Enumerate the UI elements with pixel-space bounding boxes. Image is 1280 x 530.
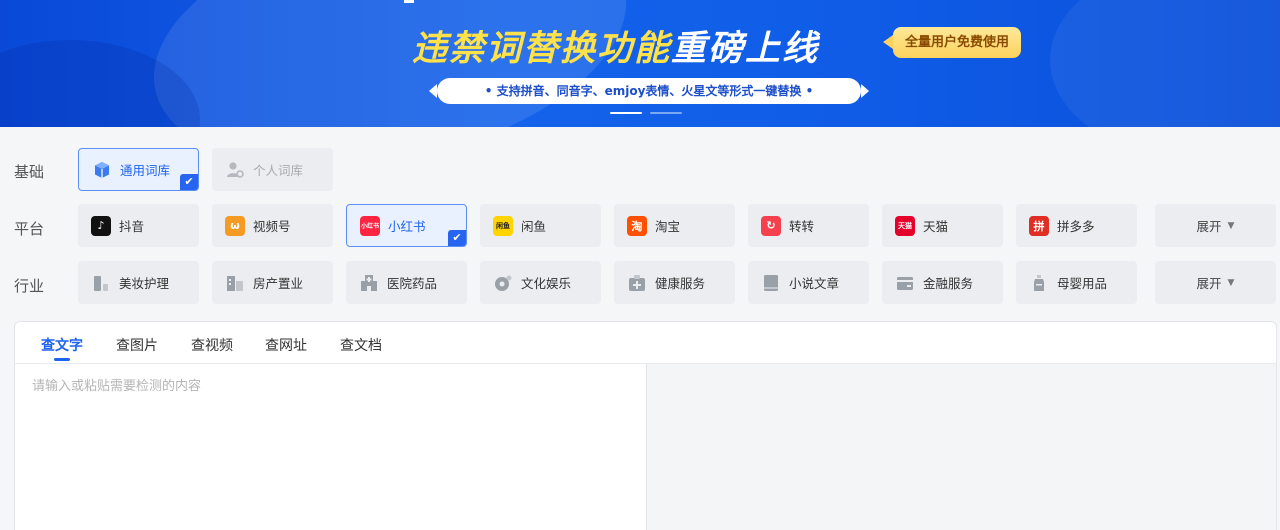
cosmetics-icon	[91, 273, 111, 293]
banner-decoration	[1050, 0, 1280, 127]
banner-subtitle: • 支持拼音、同音字、emjoy表情、火星文等形式一键替换 •	[429, 78, 869, 104]
caret-down-icon: ▼	[1227, 220, 1235, 231]
row-label-basic: 基础	[14, 163, 45, 181]
chip-channels[interactable]: ω 视频号	[212, 204, 333, 247]
chip-label: 抖音	[119, 219, 145, 234]
chip-label: 个人词库	[253, 163, 304, 178]
chip-label: 转转	[789, 219, 815, 234]
row-label-platform: 平台	[14, 220, 45, 238]
douyin-icon: ♪	[91, 215, 111, 236]
taobao-icon: 淘	[627, 215, 647, 236]
carousel-indicator-2[interactable]	[650, 112, 682, 114]
banner-title-highlight: 违禁词替换功能	[412, 29, 672, 69]
chip-label: 淘宝	[655, 219, 681, 234]
banner-decoration	[404, 0, 414, 3]
banner-badge: 全量用户免费使用	[882, 27, 1022, 58]
chip-label: 美妆护理	[119, 276, 170, 291]
tab-bar: 查文字 查图片 查视频 查网址 查文档	[15, 322, 1276, 364]
carousel-indicator-1[interactable]	[610, 112, 642, 114]
chip-douyin[interactable]: ♪ 抖音	[78, 204, 199, 247]
caret-down-icon: ▼	[1227, 277, 1235, 288]
tab-check-text[interactable]: 查文字	[41, 335, 83, 355]
check-icon: ✔	[180, 174, 198, 190]
chip-tmall[interactable]: 天猫 天猫	[882, 204, 1003, 247]
expand-platform-button[interactable]: 展开 ▼	[1155, 204, 1276, 247]
banner-title: 违禁词替换功能重磅上线	[412, 20, 819, 71]
chip-pinduoduo[interactable]: 拼 拼多多	[1016, 204, 1137, 247]
chip-label: 金融服务	[923, 276, 974, 291]
building-icon	[225, 273, 245, 293]
chip-label: 通用词库	[120, 163, 171, 178]
tmall-icon: 天猫	[895, 215, 915, 236]
chip-maternal-baby[interactable]: 母婴用品	[1016, 261, 1137, 304]
chip-label: 小说文章	[789, 276, 840, 291]
zhuanzhuan-icon: ↻	[761, 215, 781, 236]
chip-label: 文化娱乐	[521, 276, 572, 291]
chip-xianyu[interactable]: 闲鱼 闲鱼	[480, 204, 601, 247]
culture-icon	[493, 273, 513, 293]
chip-finance[interactable]: 金融服务	[882, 261, 1003, 304]
book-icon	[761, 273, 781, 293]
xianyu-icon: 闲鱼	[493, 215, 513, 236]
chip-personal-library[interactable]: 个人词库	[212, 148, 333, 191]
chip-label: 医院药品	[387, 276, 438, 291]
result-pane	[646, 364, 1276, 530]
pinduoduo-icon: 拼	[1029, 215, 1049, 236]
chip-label: 房产置业	[253, 276, 304, 291]
chip-xiaohongshu[interactable]: 小红书 小红书 ✔	[346, 204, 467, 247]
cube-icon	[92, 160, 112, 180]
user-settings-icon	[225, 160, 245, 180]
wallet-icon	[895, 273, 915, 293]
chip-culture[interactable]: 文化娱乐	[480, 261, 601, 304]
health-icon	[627, 273, 647, 293]
tab-check-url[interactable]: 查网址	[265, 335, 307, 355]
chip-general-library[interactable]: 通用词库 ✔	[78, 148, 199, 191]
chip-zhuanzhuan[interactable]: ↻ 转转	[748, 204, 869, 247]
chip-novel[interactable]: 小说文章	[748, 261, 869, 304]
tab-check-video[interactable]: 查视频	[191, 335, 233, 355]
channels-icon: ω	[225, 215, 245, 236]
check-icon: ✔	[448, 230, 466, 246]
expand-label: 展开	[1196, 219, 1222, 234]
banner-title-rest: 重磅上线	[671, 29, 820, 69]
row-label-industry: 行业	[14, 277, 45, 295]
chip-label: 拼多多	[1057, 219, 1095, 234]
content-input[interactable]	[15, 364, 646, 530]
chip-label: 视频号	[253, 219, 291, 234]
tab-check-document[interactable]: 查文档	[340, 335, 382, 355]
chip-label: 闲鱼	[521, 219, 547, 234]
chip-label: 小红书	[388, 219, 426, 234]
chip-label: 母婴用品	[1057, 276, 1108, 291]
expand-label: 展开	[1196, 276, 1222, 291]
expand-industry-button[interactable]: 展开 ▼	[1155, 261, 1276, 304]
chip-health[interactable]: 健康服务	[614, 261, 735, 304]
chip-cosmetics[interactable]: 美妆护理	[78, 261, 199, 304]
promo-banner[interactable]: 违禁词替换功能重磅上线 全量用户免费使用 • 支持拼音、同音字、emjoy表情、…	[0, 0, 1280, 127]
tab-check-image[interactable]: 查图片	[116, 335, 158, 355]
chip-label: 天猫	[923, 219, 949, 234]
chip-real-estate[interactable]: 房产置业	[212, 261, 333, 304]
xiaohongshu-icon: 小红书	[360, 215, 380, 236]
chip-taobao[interactable]: 淘 淘宝	[614, 204, 735, 247]
chip-label: 健康服务	[655, 276, 706, 291]
hospital-icon	[359, 273, 379, 293]
chip-hospital[interactable]: 医院药品	[346, 261, 467, 304]
bottle-icon	[1029, 273, 1049, 293]
check-panel: 查文字 查图片 查视频 查网址 查文档	[14, 321, 1277, 530]
active-tab-indicator	[54, 358, 70, 361]
